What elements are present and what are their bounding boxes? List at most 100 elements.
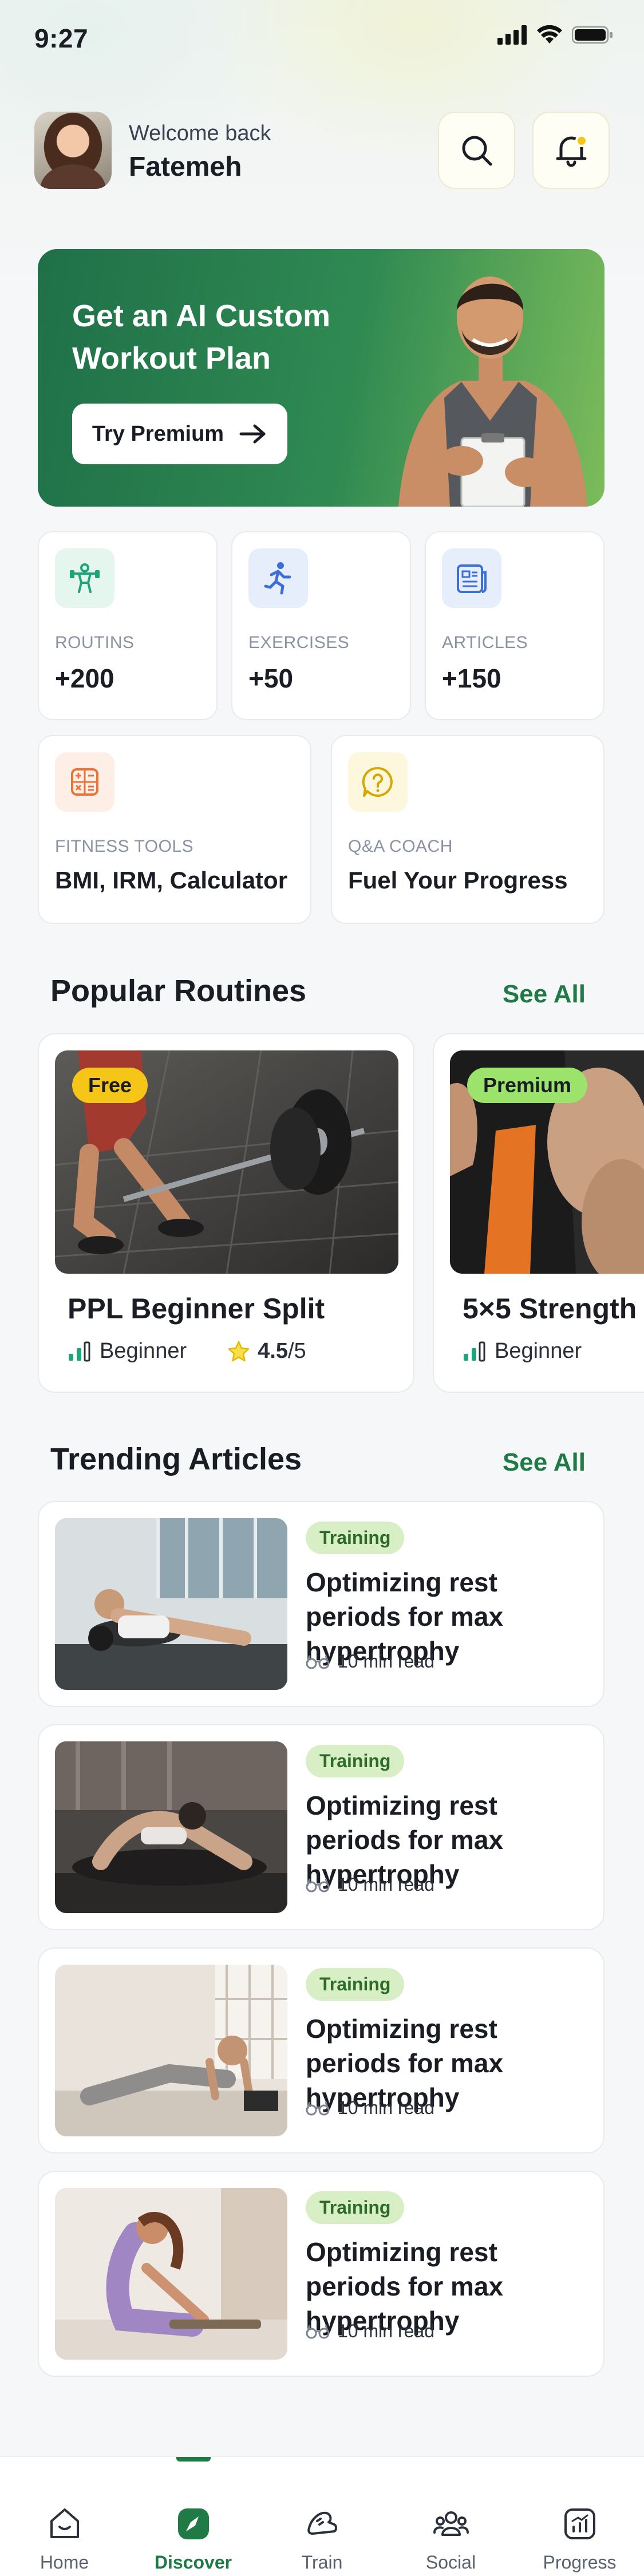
article-image	[55, 1965, 287, 2136]
promo-title: Get an AI Custom Workout Plan	[72, 299, 331, 376]
glasses-icon	[306, 1655, 330, 1669]
glasses-icon	[306, 2325, 330, 2338]
stat-value: +150	[442, 663, 501, 693]
article-read-time: 10 min read	[306, 1874, 434, 1895]
stat-card-routines[interactable]: ROUTINS +200	[38, 531, 218, 720]
tab-label: Social	[425, 2552, 476, 2573]
tab-train[interactable]: Train	[258, 2457, 386, 2576]
stat-label: EXERCISES	[248, 633, 350, 652]
bottom-tab-bar: Home Discover Train Social Progress	[0, 2456, 644, 2576]
article-card[interactable]: Training Optimizing rest periods for max…	[38, 1724, 605, 1930]
compass-icon	[177, 2508, 209, 2539]
arrow-right-icon	[239, 424, 266, 444]
article-tag: Training	[306, 1522, 405, 1554]
premium-banner[interactable]: Get an AI Custom Workout Plan Try Premiu…	[38, 249, 605, 507]
article-card[interactable]: Training Optimizing rest periods for max…	[38, 1947, 605, 2154]
glasses-icon	[306, 2101, 330, 2115]
signal-icon	[497, 25, 527, 45]
read-time-text: 10 min read	[338, 1651, 434, 1672]
article-image	[55, 2188, 287, 2360]
routines-see-all-link[interactable]: See All	[503, 980, 586, 1009]
try-premium-button[interactable]: Try Premium	[72, 404, 287, 464]
tab-social[interactable]: Social	[386, 2457, 515, 2576]
routine-meta: Beginner 4.5/5	[68, 1339, 306, 1364]
article-tag: Training	[306, 1968, 405, 2001]
article-read-time: 10 min read	[306, 2321, 434, 2342]
routine-rating-max: /5	[287, 1339, 306, 1363]
routine-meta: Beginner	[463, 1339, 582, 1364]
tab-label: Discover	[154, 2552, 232, 2573]
routine-title: 5×5 Strength	[463, 1293, 637, 1325]
stat-value: Fuel Your Progress	[348, 867, 568, 894]
search-icon	[462, 136, 492, 165]
battery-icon	[572, 26, 613, 44]
routine-title: PPL Beginner Split	[68, 1293, 325, 1325]
welcome-text: Welcome back	[129, 121, 271, 145]
home-icon	[50, 2508, 79, 2538]
active-tab-indicator	[176, 2457, 211, 2462]
tab-label: Progress	[543, 2552, 617, 2573]
qa-coach-card[interactable]: Q&A COACH Fuel Your Progress	[331, 735, 605, 924]
search-button[interactable]	[438, 112, 515, 189]
fitness-tools-card[interactable]: FITNESS TOOLS BMI, IRM, Calculator	[38, 735, 311, 924]
tab-home[interactable]: Home	[0, 2457, 129, 2576]
read-time-text: 10 min read	[338, 1874, 434, 1895]
stat-label: ROUTINS	[55, 633, 135, 652]
stat-card-articles[interactable]: ARTICLES +150	[425, 531, 605, 720]
article-image	[55, 1741, 287, 1913]
article-card[interactable]: Training Optimizing rest periods for max…	[38, 2171, 605, 2377]
stat-label: ARTICLES	[442, 633, 528, 652]
routine-card[interactable]: Premium 5×5 Strength Beginner	[433, 1033, 644, 1393]
article-read-time: 10 min read	[306, 1651, 434, 1672]
tab-progress[interactable]: Progress	[515, 2457, 644, 2576]
articles-see-all-link[interactable]: See All	[503, 1448, 586, 1477]
tab-discover[interactable]: Discover	[129, 2457, 258, 2576]
article-tag: Training	[306, 2191, 405, 2224]
routine-level: Beginner	[495, 1339, 582, 1363]
dumbbell-person-icon	[55, 548, 114, 608]
routine-badge: Premium	[467, 1068, 588, 1103]
header: Welcome back Fatemeh	[34, 109, 610, 195]
try-premium-label: Try Premium	[92, 421, 224, 446]
level-bars-icon	[69, 1341, 90, 1361]
trending-articles-title: Trending Articles	[50, 1442, 302, 1476]
calculator-icon	[55, 752, 114, 812]
status-icons	[497, 25, 613, 45]
article-read-time: 10 min read	[306, 2097, 434, 2119]
trainer-illustration	[398, 276, 587, 507]
popular-routines-title: Popular Routines	[50, 974, 307, 1008]
notification-dot	[575, 135, 588, 147]
avatar[interactable]	[34, 112, 112, 189]
stat-value: +200	[55, 663, 114, 693]
stat-card-exercises[interactable]: EXERCISES +50	[231, 531, 411, 720]
train-icon	[307, 2511, 337, 2535]
star-icon	[228, 1341, 250, 1361]
article-icon	[442, 548, 501, 608]
stat-label: FITNESS TOOLS	[55, 837, 194, 856]
routine-badge: Free	[72, 1068, 148, 1103]
status-time: 9:27	[34, 23, 89, 53]
article-card[interactable]: Training Optimizing rest periods for max…	[38, 1501, 605, 1707]
read-time-text: 10 min read	[338, 2321, 434, 2341]
question-bubble-icon	[348, 752, 408, 812]
username: Fatemeh	[129, 152, 242, 182]
tab-label: Train	[301, 2552, 343, 2573]
routine-rating: 4.5	[258, 1339, 288, 1363]
people-icon	[433, 2511, 469, 2536]
glasses-icon	[306, 1878, 330, 1892]
status-bar: 9:27	[0, 0, 644, 74]
notification-button[interactable]	[532, 112, 610, 189]
stat-label: Q&A COACH	[348, 837, 453, 856]
chart-icon	[564, 2508, 595, 2539]
article-image	[55, 1518, 287, 1690]
level-bars-icon	[464, 1341, 485, 1361]
routine-level: Beginner	[100, 1339, 187, 1363]
wifi-icon	[537, 25, 562, 44]
tab-label: Home	[39, 2552, 89, 2573]
routine-card[interactable]: Free PPL Beginner Split Beginner 4.5/5	[38, 1033, 414, 1393]
stat-value: BMI, IRM, Calculator	[55, 867, 288, 894]
stat-value: +50	[248, 663, 294, 693]
running-icon	[248, 548, 308, 608]
article-tag: Training	[306, 1745, 405, 1777]
read-time-text: 10 min read	[338, 2097, 434, 2118]
